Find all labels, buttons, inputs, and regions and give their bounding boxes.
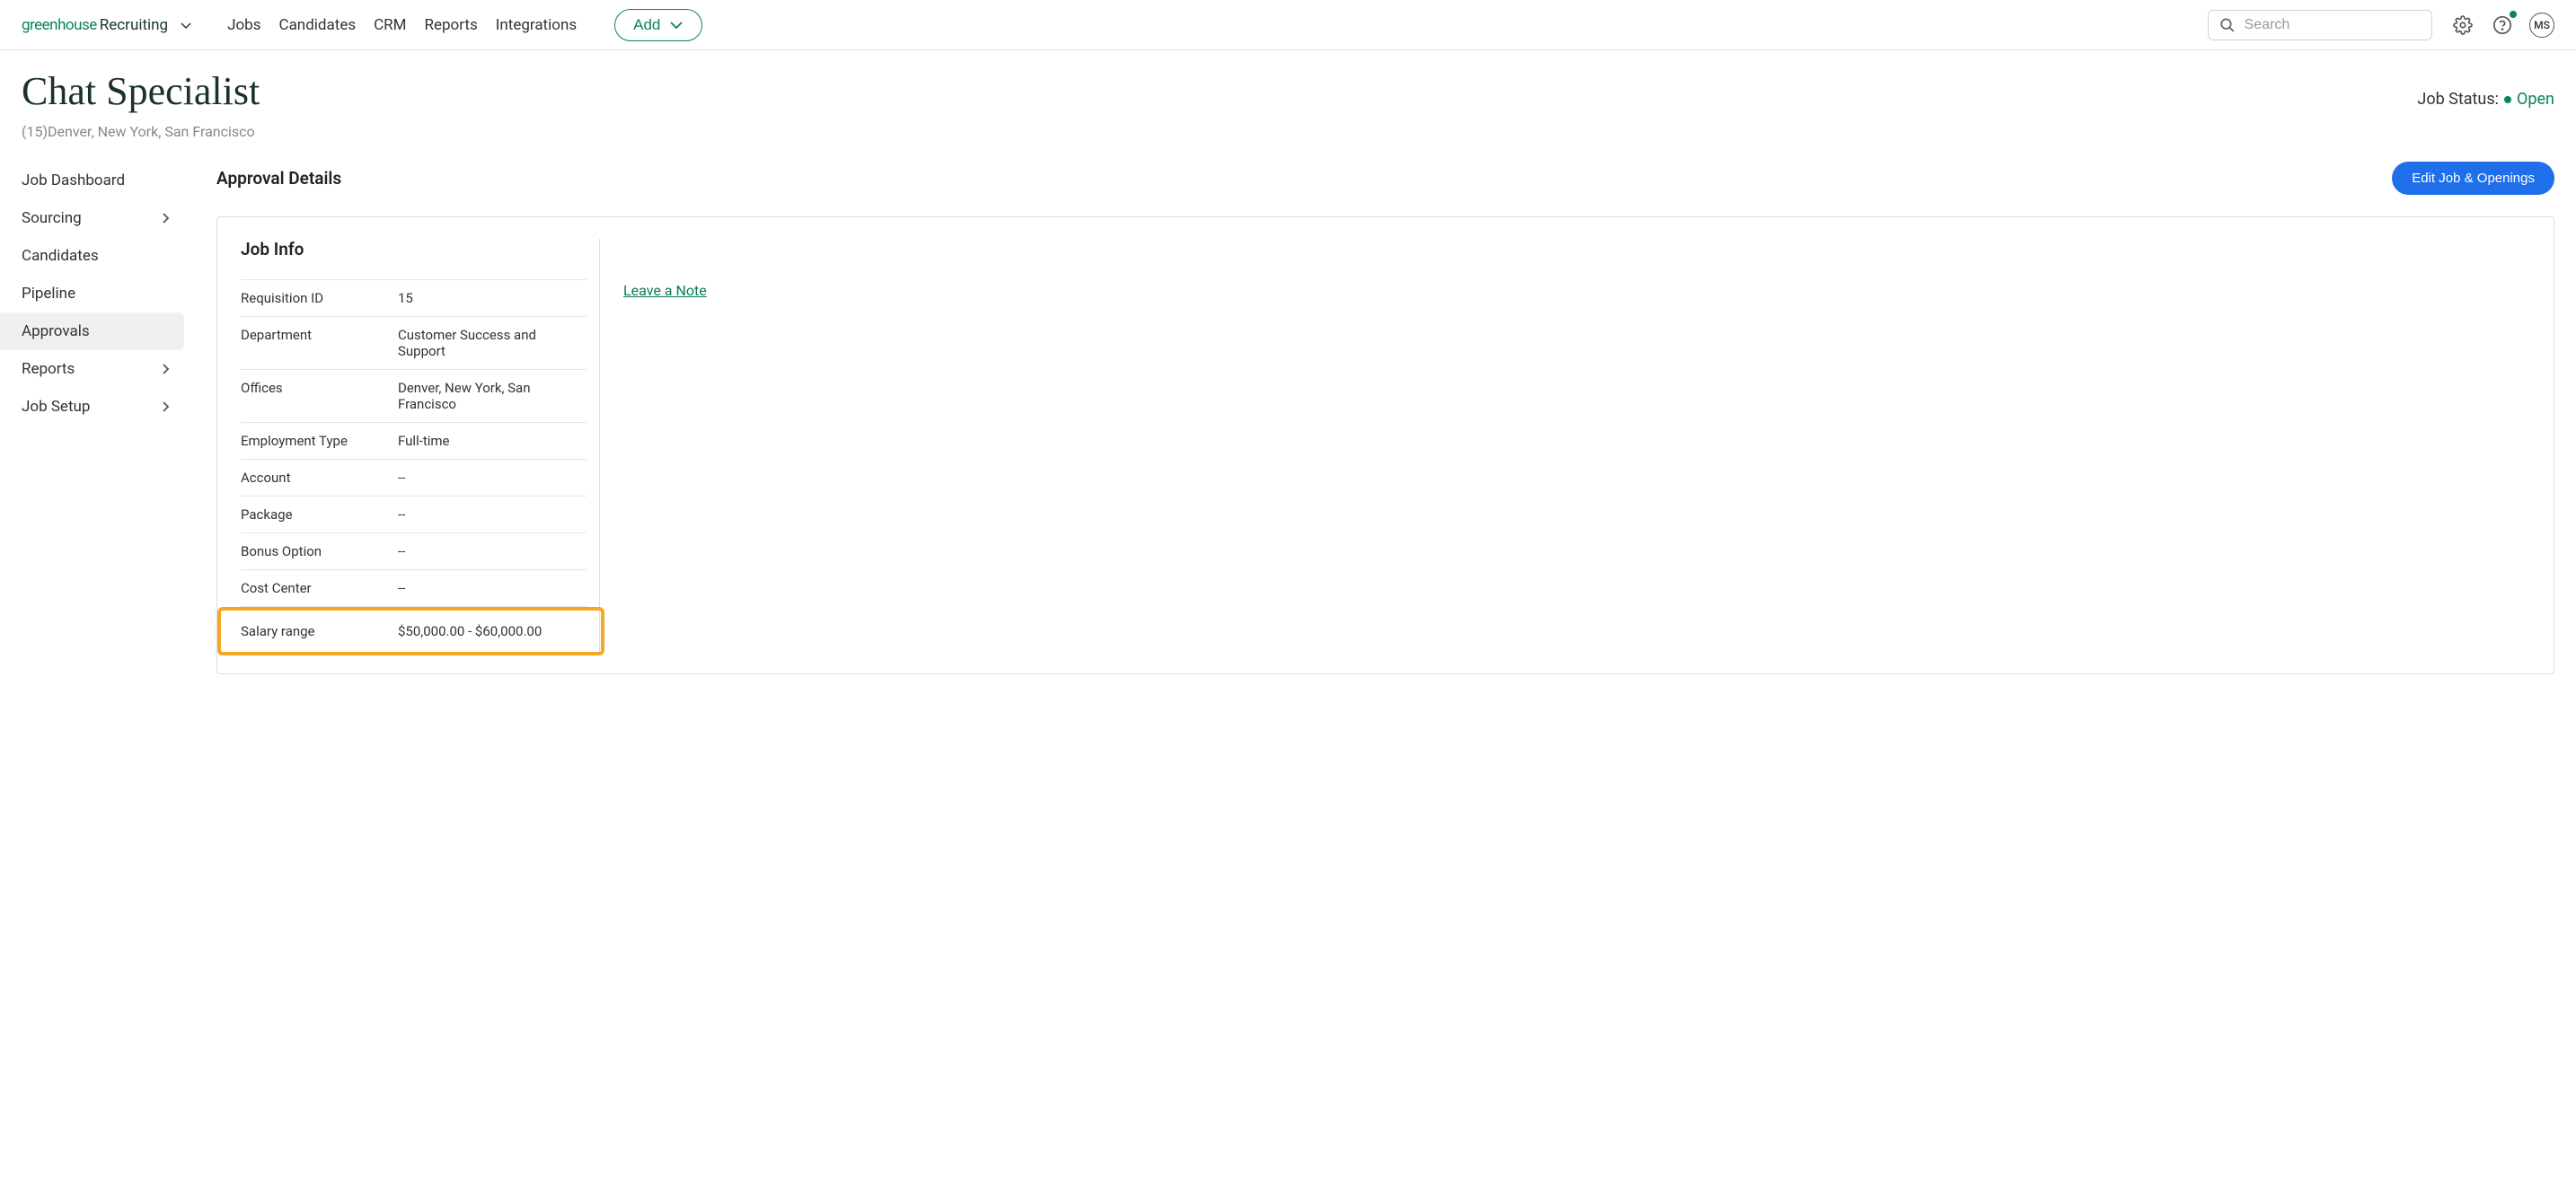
info-label: Employment Type [241,433,398,449]
page-header: Chat Specialist (15)Denver, New York, Sa… [0,50,2576,156]
status-dot-icon [2504,96,2511,103]
chevron-right-icon [161,363,170,375]
info-label: Account [241,470,398,486]
search-input[interactable] [2245,17,2421,33]
info-label: Offices [241,380,398,412]
nav-integrations[interactable]: Integrations [496,16,577,34]
sidebar-item-label: Reports [22,360,75,378]
sidebar-item-job-setup[interactable]: Job Setup [0,388,184,426]
info-row: Bonus Option-- [241,533,587,570]
chevron-down-icon [669,20,684,31]
top-navigation: greenhouse Recruiting Jobs Candidates CR… [0,0,2576,50]
sidebar-item-reports[interactable]: Reports [0,350,184,388]
nav-links: Jobs Candidates CRM Reports Integrations… [227,9,702,41]
leave-note-link[interactable]: Leave a Note [623,282,707,299]
panel-title: Job Info [241,239,587,259]
info-label: Department [241,327,398,359]
section-title: Approval Details [216,168,341,189]
search-box[interactable] [2208,10,2432,40]
info-value: Customer Success and Support [398,327,587,359]
info-label: Cost Center [241,580,398,596]
main-content: Approval Details Edit Job & Openings Job… [184,156,2576,696]
info-row: DepartmentCustomer Success and Support [241,317,587,370]
help-button[interactable] [2490,13,2515,38]
nav-candidates[interactable]: Candidates [279,16,357,34]
info-row: Salary range$50,000.00 - $60,000.00 [217,607,604,655]
info-row: Package-- [241,497,587,533]
nav-reports[interactable]: Reports [425,16,478,34]
sidebar-item-label: Pipeline [22,285,75,303]
sidebar-item-label: Job Setup [22,398,90,416]
job-status: Job Status: Open [2417,90,2554,109]
info-value: -- [398,506,405,523]
panel-right: Leave a Note [618,239,2530,652]
info-label: Package [241,506,398,523]
info-value: 15 [398,290,413,306]
add-button[interactable]: Add [614,9,702,41]
logo-brand: greenhouse [22,16,97,34]
logo[interactable]: greenhouse Recruiting [22,16,193,34]
chevron-right-icon [161,400,170,413]
info-row: Requisition ID15 [241,279,587,317]
sidebar-item-job-dashboard[interactable]: Job Dashboard [0,162,184,199]
gear-icon [2453,15,2473,35]
info-value: $50,000.00 - $60,000.00 [398,623,542,639]
info-label: Bonus Option [241,543,398,559]
status-value: Open [2517,90,2554,109]
job-info-panel: Job Info Requisition ID15DepartmentCusto… [216,216,2554,674]
sidebar-item-candidates[interactable]: Candidates [0,237,184,275]
info-value: Full-time [398,433,450,449]
panel-left: Job Info Requisition ID15DepartmentCusto… [241,239,600,652]
info-table: Requisition ID15DepartmentCustomer Succe… [241,279,587,655]
help-icon [2492,15,2512,35]
sidebar-item-label: Candidates [22,247,99,265]
user-avatar[interactable]: MS [2529,13,2554,38]
sidebar-item-label: Job Dashboard [22,171,125,189]
page-subtitle: (15)Denver, New York, San Francisco [22,123,260,140]
nav-icons: MS [2450,13,2554,38]
info-row: Account-- [241,460,587,497]
sidebar-item-label: Sourcing [22,209,82,227]
sidebar: Job Dashboard Sourcing Candidates Pipeline A… [0,156,184,696]
avatar-initials: MS [2534,19,2550,31]
add-label: Add [633,16,660,34]
info-value: Denver, New York, San Francisco [398,380,587,412]
settings-button[interactable] [2450,13,2475,38]
nav-jobs[interactable]: Jobs [227,16,260,34]
sidebar-item-sourcing[interactable]: Sourcing [0,199,184,237]
search-icon [2219,16,2236,34]
body: Job Dashboard Sourcing Candidates Pipeline A… [0,156,2576,696]
info-value: -- [398,470,405,486]
info-row: Cost Center-- [241,570,587,607]
sidebar-item-approvals[interactable]: Approvals [0,312,184,350]
notification-badge [2510,11,2517,18]
chevron-down-icon[interactable] [179,18,193,32]
chevron-right-icon [161,212,170,224]
nav-crm[interactable]: CRM [374,16,406,34]
edit-job-button[interactable]: Edit Job & Openings [2392,162,2554,195]
info-label: Salary range [241,623,398,639]
status-label: Job Status: [2417,90,2499,109]
sidebar-item-pipeline[interactable]: Pipeline [0,275,184,312]
logo-product: Recruiting [100,16,168,34]
main-header: Approval Details Edit Job & Openings [216,162,2554,195]
page-title: Chat Specialist [22,68,260,114]
info-row: OfficesDenver, New York, San Francisco [241,370,587,423]
info-row: Employment TypeFull-time [241,423,587,460]
sidebar-item-label: Approvals [22,322,90,340]
info-label: Requisition ID [241,290,398,306]
info-value: -- [398,580,405,596]
info-value: -- [398,543,405,559]
